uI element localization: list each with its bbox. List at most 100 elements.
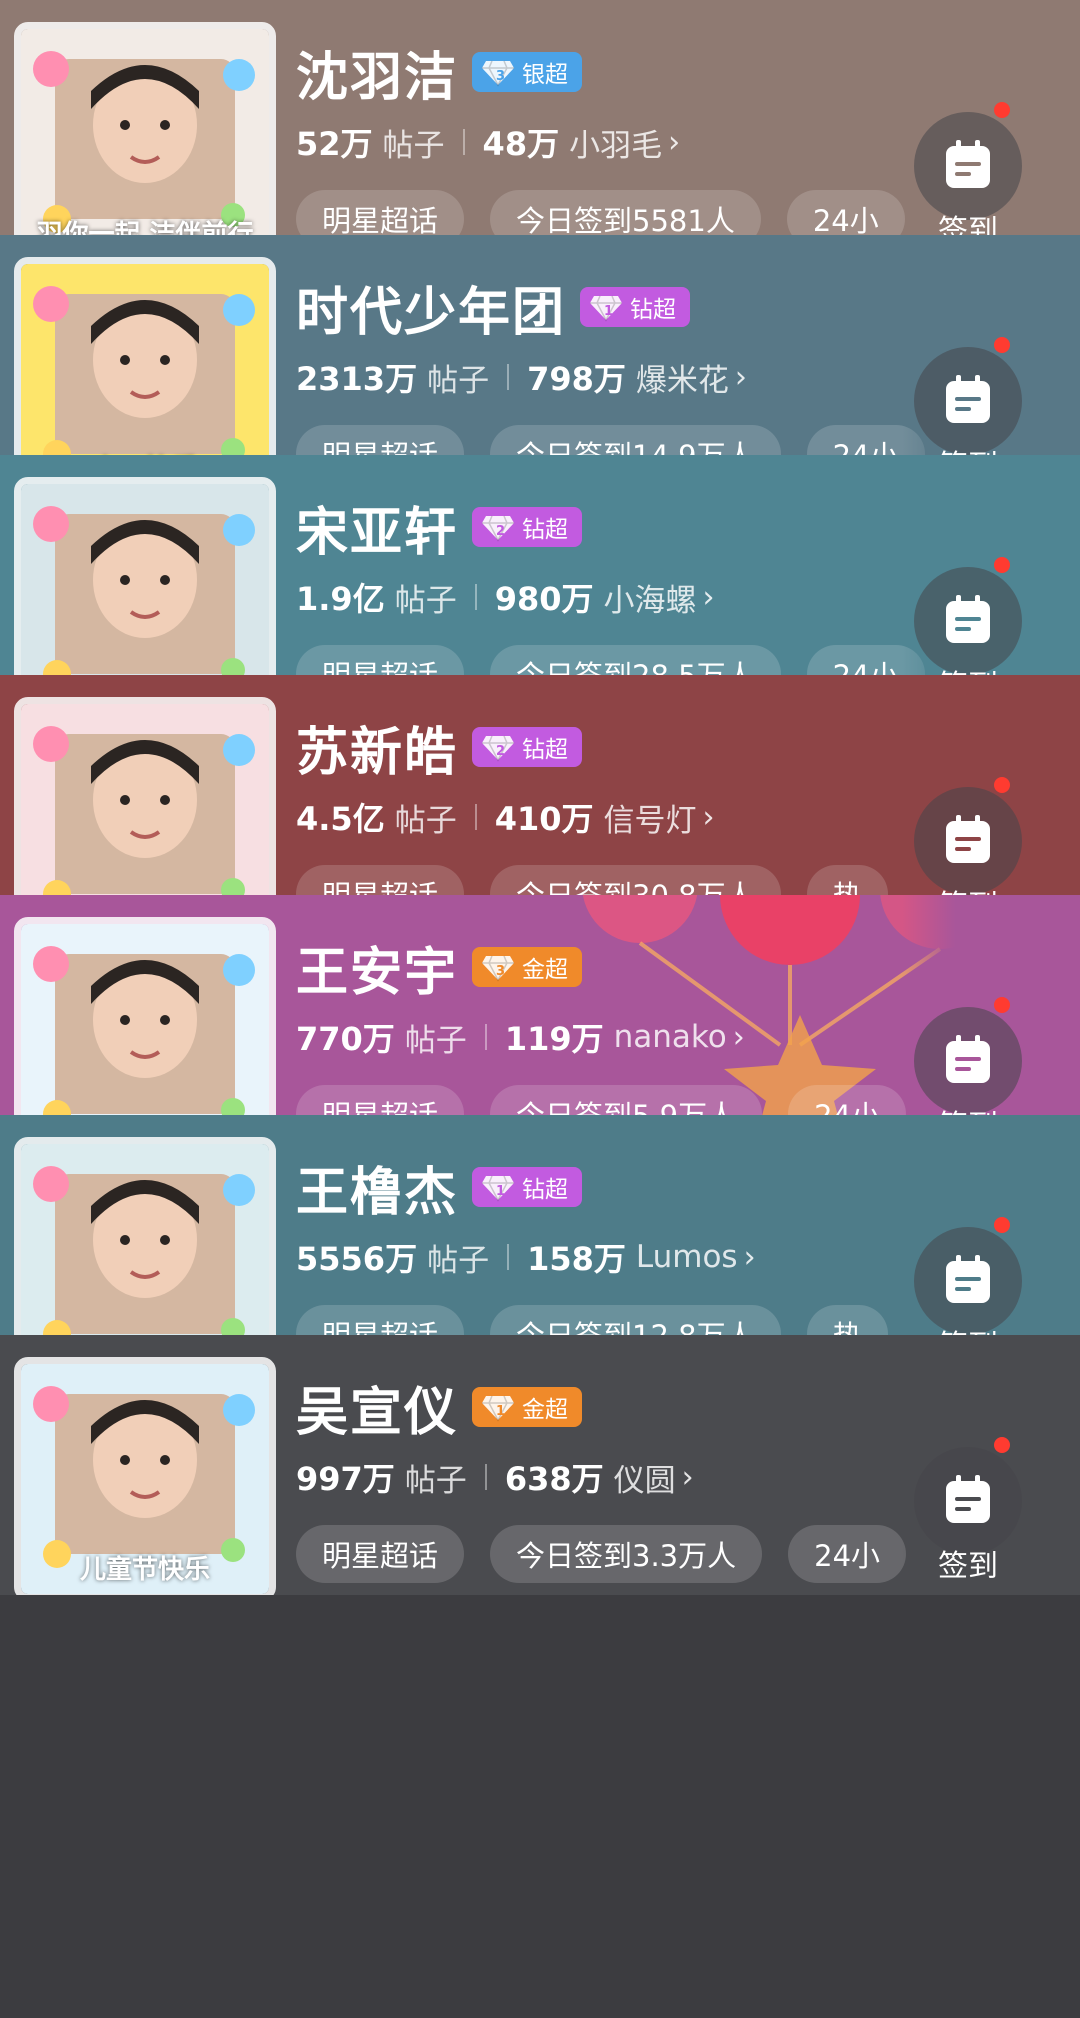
topic-avatar[interactable]: SONG LOVE [14,477,276,675]
fan-name-link[interactable]: 小海螺 [604,575,697,620]
avatar-image [21,704,269,895]
fans-count: 638万 [504,1460,604,1498]
topic-avatar[interactable]: 儿童节快乐 [14,1357,276,1595]
tag-row: 明星超话 今日签到5581人 24小 [296,190,931,235]
topic-avatar[interactable]: 6.1 [14,697,276,895]
fans-count: 980万 [494,580,594,618]
fan-name-link[interactable]: nanako [614,1019,727,1055]
topic-name[interactable]: 王橹杰 [296,1150,458,1225]
topic-tag[interactable]: 今日签到14.9万人 [490,425,781,455]
tag-row: 明星超话今日签到30.8万人热 [296,865,914,895]
topic-avatar[interactable]: 羽你一起 洁伴前行 [14,22,276,235]
checkin-button[interactable] [914,787,1022,895]
topic-tag[interactable]: 热 [806,865,888,895]
topic-tag[interactable]: 24小 [788,1085,907,1115]
checkin-button[interactable] [914,1447,1022,1555]
topic-name[interactable]: 沈羽洁 [296,35,458,110]
checkin-button[interactable] [914,347,1022,455]
checkin-button[interactable] [914,1007,1022,1115]
checkin-label[interactable]: 签到 [914,661,1022,675]
chevron-right-icon[interactable]: › [744,1240,756,1275]
topic-tag[interactable]: 明星超话 [296,425,465,455]
topic-tag[interactable]: 明星超话 [296,190,465,235]
super-topic-card-5[interactable]: WAY 王安宇 3 金超 770万 帖子 119万 nanako › 明星超话今… [0,895,1080,1115]
super-topic-card-2[interactable]: 六一快乐 时代少年团 1 钻超 2313万 帖子 798万 爆米花 › 明星超话… [0,235,1080,455]
topic-tag[interactable]: 今日签到12.8万人 [490,1305,781,1335]
topic-tag[interactable]: 明星超话 [296,865,465,895]
checkin-label[interactable]: 签到 [914,1321,1022,1335]
super-topic-card-4[interactable]: 6.1 苏新皓 2 钻超 4.5亿 帖子 410万 信号灯 › 明星超话今日签到… [0,675,1080,895]
topic-tag[interactable]: 明星超话 [296,645,465,675]
posts-count: 770万 [296,1020,395,1058]
topic-tag[interactable]: 明星超话 [296,1305,465,1335]
fan-name-link[interactable]: Lumos [636,1239,738,1275]
topic-tag[interactable]: 热 [806,1305,888,1335]
topic-tag[interactable]: 24小 [788,1525,907,1583]
posts-unit: 帖子 [404,1462,467,1499]
checkin-label[interactable]: 签到 [914,881,1022,895]
topic-avatar[interactable]: 六一快乐 [14,257,276,455]
name-row: 时代少年团 1 钻超 [296,270,691,345]
tier-badge-label: 钻超 [630,297,677,323]
name-row: 宋亚轩 2 钻超 [296,490,583,565]
fan-name-link[interactable]: 信号灯 [604,795,697,840]
chevron-right-icon[interactable]: › [703,580,715,615]
name-row: 王安宇 3 金超 [296,930,583,1005]
super-topic-card-3[interactable]: SONG LOVE 宋亚轩 2 钻超 1.9亿 帖子 980万 小海螺 › 明星… [0,455,1080,675]
tier-badge: 1 钻超 [580,287,691,327]
fan-name-link[interactable]: 仪圆 [614,1455,676,1500]
calendar-icon [946,1035,990,1083]
fans-count: 119万 [504,1020,604,1058]
stats-divider [474,804,477,830]
topic-name[interactable]: 王安宇 [296,930,458,1005]
topic-name[interactable]: 苏新皓 [296,710,458,785]
topic-name[interactable]: 时代少年团 [296,270,566,345]
checkin-button[interactable] [914,1227,1022,1335]
topic-tag[interactable]: 今日签到5.9万人 [490,1085,763,1115]
chevron-right-icon[interactable]: › [703,800,715,835]
topic-avatar[interactable]: WAY [14,917,276,1115]
topic-name[interactable]: 宋亚轩 [296,490,458,565]
topic-tag[interactable]: 今日签到28.5万人 [490,645,781,675]
checkin-label[interactable]: 签到 [914,206,1022,235]
tag-row: 明星超话 今日签到3.3万人 24小 [296,1525,932,1583]
chevron-right-icon[interactable]: › [733,1020,745,1055]
avatar-image [21,1144,269,1335]
notification-dot [994,997,1010,1013]
stats-divider [462,129,465,155]
stats-row: 997万 帖子 638万 仪圆 › [296,1453,694,1501]
super-topic-card-6[interactable]: Lulu 王橹杰 1 钻超 5556万 帖子 158万 Lumos › 明星超话… [0,1115,1080,1335]
fan-name-link[interactable]: 爆米花 [636,355,729,400]
checkin-label[interactable]: 签到 [914,441,1022,455]
super-topic-card-7[interactable]: 儿童节快乐 吴宣仪 1 金超 997万 帖子 638万 仪圆 › 明星超话 今日签… [0,1335,1080,1595]
notification-dot [994,1217,1010,1233]
topic-avatar[interactable]: Lulu [14,1137,276,1335]
checkin-button[interactable] [914,112,1022,220]
tier-badge: 3 银超 [472,52,583,92]
chevron-right-icon[interactable]: › [668,125,680,160]
notification-dot [994,102,1010,118]
fan-name-link[interactable]: 小羽毛 [569,120,662,165]
tier-badge-label: 银超 [522,62,569,88]
posts-count: 5556万 [296,1240,418,1278]
checkin-button[interactable] [914,567,1022,675]
topic-tag[interactable]: 明星超话 [296,1525,465,1583]
topic-tag[interactable]: 今日签到5581人 [490,190,761,235]
topic-tag[interactable]: 明星超话 [296,1085,465,1115]
posts-count: 2313万 [296,360,418,398]
avatar-image [21,484,269,675]
chevron-right-icon[interactable]: › [735,360,747,395]
topic-tag[interactable]: 今日签到30.8万人 [490,865,781,895]
topic-name[interactable]: 吴宣仪 [296,1370,458,1445]
posts-count: 997万 [296,1460,395,1498]
svg-text:2: 2 [496,744,505,759]
checkin-label[interactable]: 签到 [914,1541,1022,1585]
chevron-right-icon[interactable]: › [682,1460,694,1495]
tier-badge: 1 钻超 [472,1167,583,1207]
topic-tag[interactable]: 今日签到3.3万人 [490,1525,763,1583]
tier-badge: 2 钻超 [472,507,583,547]
checkin-label[interactable]: 签到 [914,1101,1022,1115]
fans-count: 48万 [482,125,560,163]
topic-tag[interactable]: 24小 [786,190,905,235]
super-topic-card-1[interactable]: 羽你一起 洁伴前行 沈羽洁 3 银超 52万 帖子 48万 小羽毛 › 明星超话… [0,0,1080,235]
